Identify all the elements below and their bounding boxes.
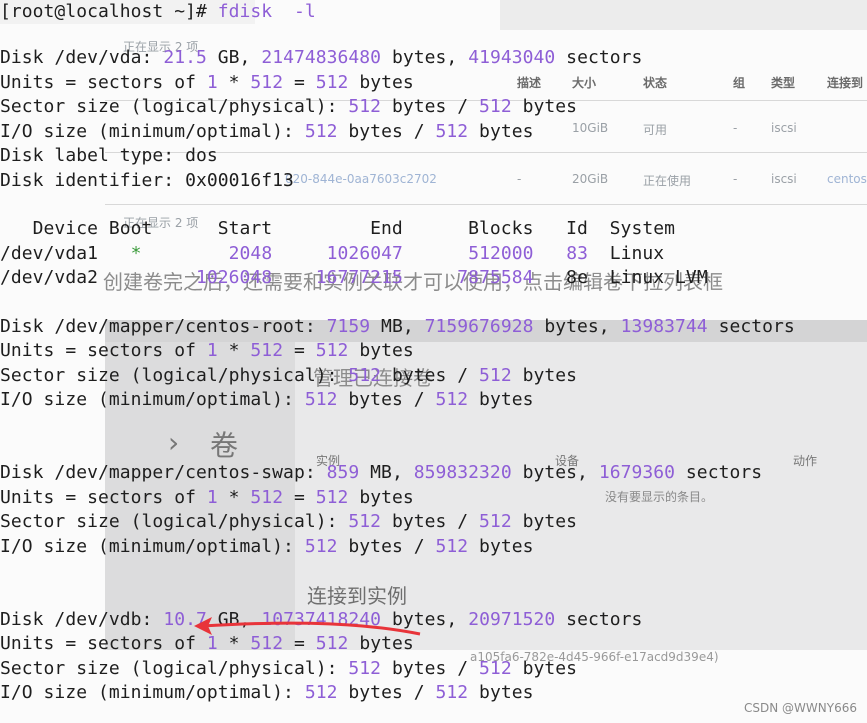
- vda-label-line: Disk label type: dos: [0, 145, 218, 166]
- red-arrow-annotation: [194, 617, 421, 636]
- partition-header: Device Boot Start End Blocks Id System: [0, 218, 675, 239]
- vda-io-line: I/O size (minimum/optimal): 512 bytes / …: [0, 121, 534, 142]
- command-flag: -l: [293, 1, 316, 22]
- root-sector-line: Sector size (logical/physical): 512 byte…: [0, 365, 578, 386]
- swap-units-line: Units = sectors of 1 * 512 = 512 bytes: [0, 487, 414, 508]
- csdn-watermark: CSDN @WWNY666: [744, 701, 857, 715]
- root-units-line: Units = sectors of 1 * 512 = 512 bytes: [0, 340, 414, 361]
- root-io-line: I/O size (minimum/optimal): 512 bytes / …: [0, 389, 534, 410]
- partition-row-vda1: /dev/vda1 * 2048 1026047 512000 83 Linux: [0, 243, 665, 264]
- vda-units-line: Units = sectors of 1 * 512 = 512 bytes: [0, 72, 414, 93]
- command-text: fdisk: [217, 1, 273, 22]
- vdb-io-line: I/O size (minimum/optimal): 512 bytes / …: [0, 682, 534, 703]
- prompt-text: [root@localhost ~]#: [0, 1, 218, 22]
- prompt-line: [root@localhost ~]# fdisk -l: [0, 0, 316, 24]
- terminal-output: [root@localhost ~]# fdisk -l Disk /dev/v…: [0, 0, 867, 723]
- swap-io-line: I/O size (minimum/optimal): 512 bytes / …: [0, 536, 534, 557]
- swap-disk-line: Disk /dev/mapper/centos-swap: 859 MB, 85…: [0, 462, 763, 483]
- vda-disk-line: Disk /dev/vda: 21.5 GB, 21474836480 byte…: [0, 47, 643, 68]
- vdb-sector-line: Sector size (logical/physical): 512 byte…: [0, 658, 578, 679]
- vda-sector-line: Sector size (logical/physical): 512 byte…: [0, 96, 578, 117]
- root-disk-line: Disk /dev/mapper/centos-root: 7159 MB, 7…: [0, 316, 795, 337]
- swap-sector-line: Sector size (logical/physical): 512 byte…: [0, 511, 578, 532]
- partition-row-vda2: /dev/vda2 1026048 16777215 7875584 8e Li…: [0, 267, 708, 288]
- vda-identifier-line: Disk identifier: 0x00016f13: [0, 170, 294, 191]
